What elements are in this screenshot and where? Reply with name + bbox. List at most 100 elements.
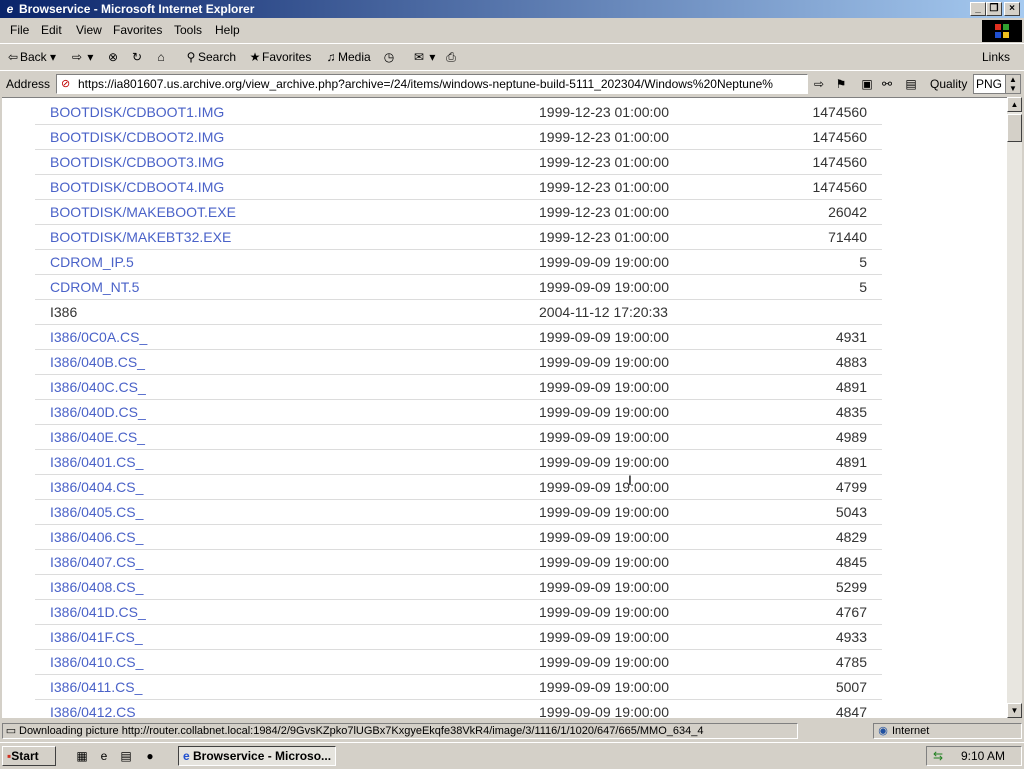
taskbar-item-browservice[interactable]: e Browservice - Microso... [178,746,336,766]
file-date: 1999-09-09 19:00:00 [539,654,669,670]
links-button[interactable]: Links [982,49,1010,65]
file-link[interactable]: I386/0401.CS_ [50,454,143,470]
file-link[interactable]: CDROM_NT.5 [50,279,139,295]
table-row: BOOTDISK/MAKEBOOT.EXE 1999-12-23 01:00:00… [35,199,882,225]
minimize-button[interactable]: _ [970,2,986,16]
file-size: 4883 [835,354,867,370]
menu-edit[interactable]: Edit [41,23,62,37]
file-link[interactable]: BOOTDISK/MAKEBT32.EXE [50,229,231,245]
scroll-up-icon[interactable]: ▲ [1007,97,1022,112]
close-button[interactable]: × [1004,2,1020,16]
back-button[interactable]: ⇦ Back ▾ [6,49,56,65]
maximize-button[interactable]: ❐ [986,2,1002,16]
file-link[interactable]: I386/040C.CS_ [50,379,146,395]
menu-view[interactable]: View [76,23,102,37]
file-link[interactable]: BOOTDISK/CDBOOT4.IMG [50,179,224,195]
refresh-button[interactable]: ↻ [130,49,144,65]
mail-button[interactable]: ✉ ▾ [412,49,435,65]
file-link[interactable]: I386/0412.CS [50,704,136,718]
internet-globe-icon: ◉ [878,725,888,737]
media-button[interactable]: ♫ Media [324,49,371,65]
file-date: 1999-09-09 19:00:00 [539,429,669,445]
security-zone: ◉ Internet [873,723,1022,739]
standard-toolbar: ⇦ Back ▾ ⇨ ▾ ⊗ ↻ ⌂ ⚲ Search ★ Favorites ♫ Me… [0,43,1024,70]
menu-help[interactable]: Help [215,23,240,37]
clipboard-button[interactable]: ▣ [860,76,874,92]
file-link[interactable]: BOOTDISK/CDBOOT1.IMG [50,104,224,120]
quality-select[interactable]: PNG ▲ ▼ [973,74,1021,94]
file-link[interactable]: BOOTDISK/MAKEBOOT.EXE [50,204,236,220]
media-quicklaunch-icon[interactable]: ● [142,748,158,764]
file-link[interactable]: I386/0406.CS_ [50,529,143,545]
network-icon[interactable]: ⇆ [933,747,943,765]
ie-icon: e [6,2,14,16]
file-link[interactable]: I386/0408.CS_ [50,579,143,595]
scroll-down-icon[interactable]: ▼ [1007,703,1022,718]
file-size: 5043 [835,504,867,520]
print-button[interactable]: ⎙ [444,49,458,65]
table-row: I386/0C0A.CS_ 1999-09-09 19:00:00 4931 [35,324,882,350]
file-link[interactable]: I386/0405.CS_ [50,504,143,520]
file-link[interactable]: I386/0410.CS_ [50,654,143,670]
find-button[interactable]: ⚯ [880,76,894,92]
forward-button[interactable]: ⇨ ▾ [70,49,93,65]
file-link[interactable]: I386/0404.CS_ [50,479,143,495]
file-link[interactable]: I386/0407.CS_ [50,554,143,570]
file-link[interactable]: CDROM_IP.5 [50,254,134,270]
file-link[interactable]: BOOTDISK/CDBOOT3.IMG [50,154,224,170]
favorites-icon: ★ [249,50,261,64]
table-row: I386/0408.CS_ 1999-09-09 19:00:00 5299 [35,574,882,600]
address-url: https://ia801607.us.archive.org/view_arc… [78,77,773,91]
history-button[interactable]: ◷ [382,49,396,65]
show-desktop-icon[interactable]: ▦ [74,748,90,764]
search-icon: ⚲ [186,50,196,64]
binoculars-icon: ⚯ [881,77,893,91]
menu-favorites[interactable]: Favorites [113,23,162,37]
start-button[interactable]: ▪Start [2,746,56,766]
vertical-scrollbar[interactable]: ▲ ▼ [1007,97,1022,718]
table-row: I386/0401.CS_ 1999-09-09 19:00:00 4891 [35,449,882,475]
window-titlebar[interactable]: e Browservice - Microsoft Internet Explo… [0,0,1024,18]
media-icon: ♫ [326,50,336,64]
search-button[interactable]: ⚲ Search [184,49,236,65]
table-row: I386/0410.CS_ 1999-09-09 19:00:00 4785 [35,649,882,675]
stop-button[interactable]: ⊗ [106,49,120,65]
scroll-thumb[interactable] [1007,114,1022,142]
paste-icon: ▤ [905,77,917,91]
menu-file[interactable]: File [10,23,29,37]
go-button[interactable]: ⇨ [812,76,826,92]
address-input[interactable]: ⊘ https://ia801607.us.archive.org/view_ar… [56,74,808,94]
table-row: BOOTDISK/MAKEBT32.EXE 1999-12-23 01:00:00… [35,224,882,250]
menu-tools[interactable]: Tools [174,23,202,37]
file-link[interactable]: I386/040D.CS_ [50,404,146,420]
file-size: 4891 [835,454,867,470]
status-bar: ▭ Downloading picture http://router.colla… [0,722,1024,740]
table-row: CDROM_NT.5 1999-09-09 19:00:00 5 [35,274,882,300]
file-size: 5007 [835,679,867,695]
favorites-button[interactable]: ★ Favorites [248,49,312,65]
file-link[interactable]: I386/041D.CS_ [50,604,146,620]
spinner-arrows-icon[interactable]: ▲ ▼ [1005,75,1020,93]
file-link[interactable]: I386/040E.CS_ [50,429,145,445]
table-row: I386/040D.CS_ 1999-09-09 19:00:00 4835 [35,399,882,425]
file-link[interactable]: I386/0411.CS_ [50,679,142,695]
table-row: I386/0404.CS_ 1999-09-09 19:00:00 4799 [35,474,882,500]
file-size: 4829 [835,529,867,545]
explorer-quicklaunch-icon[interactable]: ▤ [118,748,134,764]
file-link[interactable]: I386/040B.CS_ [50,354,145,370]
file-link[interactable]: I386/041F.CS_ [50,629,143,645]
paste-button[interactable]: ▤ [904,76,918,92]
ie-quicklaunch-icon[interactable]: e [96,748,112,764]
file-date: 1999-09-09 19:00:00 [539,629,669,645]
insecure-page-icon: ⊘ [61,78,71,90]
file-link[interactable]: I386/0C0A.CS_ [50,329,147,345]
home-button[interactable]: ⌂ [154,49,168,65]
table-row: BOOTDISK/CDBOOT1.IMG 1999-12-23 01:00:00 1… [35,99,882,125]
file-link[interactable]: BOOTDISK/CDBOOT2.IMG [50,129,224,145]
bookmark-button[interactable]: ⚑ [834,76,848,92]
file-date: 1999-12-23 01:00:00 [539,129,669,145]
print-icon: ⎙ [446,50,456,64]
mail-icon: ✉ [413,50,425,64]
file-date: 1999-09-09 19:00:00 [539,329,669,345]
file-date: 1999-09-09 19:00:00 [539,704,669,718]
